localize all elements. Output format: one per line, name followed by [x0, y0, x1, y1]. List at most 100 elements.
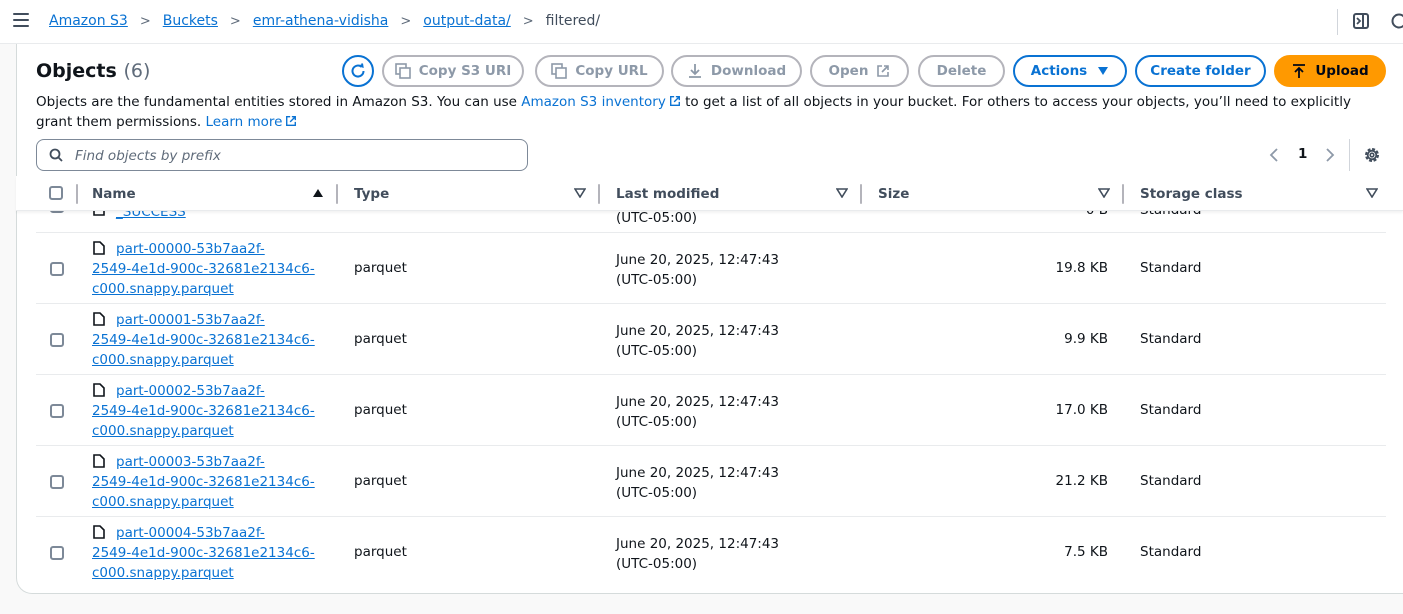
- column-last-modified[interactable]: Last modified: [616, 186, 719, 202]
- copy-icon: [394, 63, 411, 79]
- object-size: 19.8 KB: [1055, 260, 1108, 276]
- copy-s3-uri-button[interactable]: Copy S3 URI: [382, 55, 524, 87]
- row-checkbox[interactable]: [50, 404, 64, 418]
- object-type: parquet: [354, 260, 407, 276]
- learn-more-link[interactable]: Learn more: [205, 114, 282, 130]
- object-name-link[interactable]: part-00004-53b7aa2f- 2549-4e1d-900c-32681…: [92, 523, 322, 581]
- refresh-icon: [351, 63, 365, 78]
- upload-button[interactable]: Upload: [1274, 55, 1386, 87]
- column-type[interactable]: Type: [354, 186, 389, 202]
- external-link-icon: [877, 65, 890, 77]
- object-name-link[interactable]: part-00002-53b7aa2f- 2549-4e1d-900c-32681…: [92, 381, 322, 441]
- storage-class: Standard: [1140, 473, 1202, 489]
- sort-icon[interactable]: [574, 188, 586, 198]
- chevron-left-icon[interactable]: [1268, 147, 1280, 163]
- top-bar: Amazon S3 > Buckets > emr-athena-vidisha > out…: [0, 0, 1403, 44]
- table-row: part-00004-53b7aa2f- 2549-4e1d-900c-32681…: [36, 517, 1386, 581]
- last-modified: June 20, 2025, 12:47:43 (UTC-05:00): [616, 252, 780, 288]
- breadcrumb-folder[interactable]: output-data/: [423, 13, 510, 29]
- download-icon: [688, 64, 701, 78]
- last-modified: June 20, 2025, 12:47:43 (UTC-05:00): [616, 323, 780, 359]
- caret-down-icon: [1098, 67, 1109, 75]
- storage-class: Standard: [1140, 260, 1202, 276]
- chevron-right-icon[interactable]: [1324, 147, 1336, 163]
- download-button[interactable]: Download: [671, 55, 802, 87]
- search-input[interactable]: [73, 145, 517, 167]
- breadcrumb-amazon-s3[interactable]: Amazon S3: [49, 13, 128, 29]
- storage-class: Standard: [1140, 211, 1201, 218]
- sort-icon[interactable]: [1366, 188, 1378, 198]
- last-modified: June 20, 2025, 12:47:43 (UTC-05:00): [616, 465, 780, 501]
- column-divider: [860, 184, 862, 204]
- column-divider: [598, 184, 600, 204]
- breadcrumb-buckets[interactable]: Buckets: [163, 13, 218, 29]
- row-checkbox[interactable]: [50, 262, 64, 276]
- divider: [1337, 9, 1338, 35]
- object-type: parquet: [354, 331, 407, 347]
- delete-button[interactable]: Delete: [918, 55, 1005, 87]
- table-row: part-00000-53b7aa2f- 2549-4e1d-900c-32681…: [36, 233, 1386, 304]
- objects-description: Objects are the fundamental entities sto…: [36, 94, 1351, 130]
- object-name-link[interactable]: part-00003-53b7aa2f- 2549-4e1d-900c-32681…: [92, 452, 322, 512]
- row-checkbox[interactable]: [50, 475, 64, 489]
- table-row: _SUCCESS (UTC-05:00) 0 B Standard: [36, 211, 1386, 233]
- external-link-icon: [286, 116, 297, 126]
- row-checkbox[interactable]: [50, 546, 64, 560]
- sort-ascending-icon[interactable]: [312, 188, 324, 198]
- inventory-link[interactable]: Amazon S3 inventory: [521, 94, 666, 110]
- object-size: 21.2 KB: [1055, 473, 1108, 489]
- help-icon[interactable]: [1391, 12, 1403, 30]
- storage-class: Standard: [1140, 402, 1202, 418]
- breadcrumb-bucket[interactable]: emr-athena-vidisha: [253, 13, 389, 29]
- object-type: parquet: [354, 544, 407, 560]
- copy-icon: [551, 63, 568, 79]
- object-name-link[interactable]: _SUCCESS: [116, 211, 346, 222]
- breadcrumb-current: filtered/: [545, 13, 601, 29]
- settings-icon[interactable]: [1363, 146, 1381, 164]
- storage-class: Standard: [1140, 331, 1202, 347]
- object-name-link[interactable]: part-00001-53b7aa2f- 2549-4e1d-900c-32681…: [92, 310, 322, 370]
- create-folder-button[interactable]: Create folder: [1135, 55, 1266, 87]
- row-checkbox[interactable]: [50, 333, 64, 347]
- object-type: parquet: [354, 473, 407, 489]
- table-row: part-00002-53b7aa2f- 2549-4e1d-900c-32681…: [36, 375, 1386, 446]
- table-body: _SUCCESS (UTC-05:00) 0 B Standard part-0…: [16, 211, 1386, 581]
- object-size: 17.0 KB: [1055, 402, 1108, 418]
- column-storage-class[interactable]: Storage class: [1140, 186, 1243, 202]
- sort-icon[interactable]: [1098, 188, 1110, 198]
- object-count: (6): [123, 60, 151, 82]
- select-all-checkbox[interactable]: [49, 186, 63, 200]
- file-icon: [93, 211, 105, 216]
- object-type: parquet: [354, 402, 407, 418]
- open-button[interactable]: Open: [810, 55, 909, 87]
- last-modified: (UTC-05:00): [616, 211, 698, 226]
- side-panel-icon[interactable]: [1353, 13, 1369, 29]
- menu-icon[interactable]: [13, 13, 29, 27]
- object-size: 7.5 KB: [1064, 544, 1108, 560]
- storage-class: Standard: [1140, 544, 1202, 560]
- column-name[interactable]: Name: [92, 186, 136, 202]
- page-number[interactable]: 1: [1298, 146, 1307, 162]
- actions-dropdown[interactable]: Actions: [1013, 55, 1127, 87]
- table-header: Name Type Last modified Size Storage cla…: [16, 176, 1403, 211]
- sort-icon[interactable]: [836, 188, 848, 198]
- divider: [1349, 139, 1350, 171]
- chevron-right-icon: >: [229, 14, 241, 29]
- object-name-link[interactable]: part-00000-53b7aa2f- 2549-4e1d-900c-32681…: [92, 239, 322, 299]
- chevron-right-icon: >: [139, 14, 151, 29]
- copy-url-button[interactable]: Copy URL: [535, 55, 664, 87]
- column-divider: [1122, 184, 1124, 204]
- object-size: 9.9 KB: [1064, 331, 1108, 347]
- page-title: Objects (6): [36, 60, 151, 82]
- column-size[interactable]: Size: [878, 186, 909, 202]
- last-modified: June 20, 2025, 12:47:43 (UTC-05:00): [616, 394, 780, 430]
- table-row: part-00003-53b7aa2f- 2549-4e1d-900c-32681…: [36, 446, 1386, 517]
- table-row: part-00001-53b7aa2f- 2549-4e1d-900c-32681…: [36, 304, 1386, 375]
- column-divider: [76, 184, 78, 204]
- search-icon: [49, 148, 63, 162]
- row-checkbox[interactable]: [50, 211, 64, 213]
- last-modified: June 20, 2025, 12:47:43 (UTC-05:00): [616, 536, 780, 572]
- search-field: [36, 139, 528, 171]
- column-divider: [336, 184, 338, 204]
- refresh-button[interactable]: [342, 55, 374, 87]
